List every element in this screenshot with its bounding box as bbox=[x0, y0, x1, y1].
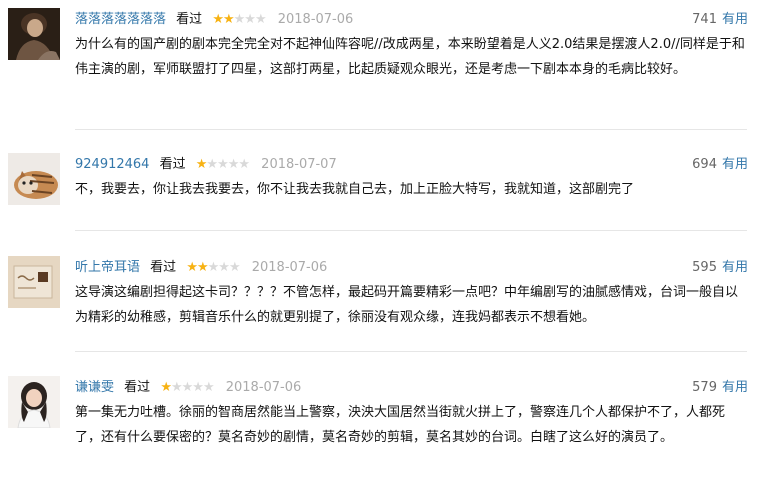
review-header: 924912464 看过 ★★★★★ 2018-07-07 694 有用 bbox=[75, 154, 748, 176]
useful-votes: 595 有用 bbox=[692, 257, 748, 279]
review-text: 这导演这编剧担得起这卡司？？？？不管怎样，最起码开篇要精彩一点吧？中年编剧写的油… bbox=[75, 285, 739, 325]
star-empty-icon: ★ bbox=[244, 12, 256, 27]
rating-stars: ★★★★★ bbox=[186, 257, 241, 279]
star-filled-icon: ★ bbox=[195, 157, 208, 172]
star-filled-icon: ★ bbox=[160, 380, 172, 395]
username-link[interactable]: 924912464 bbox=[75, 157, 149, 172]
useful-votes: 741 有用 bbox=[692, 9, 748, 31]
star-empty-icon: ★ bbox=[228, 260, 241, 275]
review-text: 第一集无力吐槽。徐丽的智商居然能当上警察，泱泱大国居然当街就火拼上了，警察连几个… bbox=[75, 405, 726, 445]
star-empty-icon: ★ bbox=[217, 157, 229, 172]
vote-count: 741 bbox=[692, 12, 717, 27]
tabby-cat-avatar-icon[interactable] bbox=[8, 153, 60, 205]
review-divider bbox=[75, 230, 747, 231]
star-filled-icon: ★ bbox=[222, 12, 235, 27]
watched-label: 看过 bbox=[124, 380, 151, 395]
review-divider bbox=[75, 351, 747, 352]
useful-button[interactable]: 有用 bbox=[722, 260, 748, 275]
rating-stars: ★★★★★ bbox=[195, 154, 250, 176]
review-date: 2018-07-06 bbox=[277, 12, 354, 27]
star-empty-icon: ★ bbox=[207, 260, 220, 275]
review-date: 2018-07-06 bbox=[251, 260, 328, 275]
star-empty-icon: ★ bbox=[202, 380, 215, 395]
star-filled-icon: ★ bbox=[186, 260, 198, 275]
useful-button[interactable]: 有用 bbox=[722, 380, 748, 395]
review-header: 落落落落落落落 看过 ★★★★★ 2018-07-06 741 有用 bbox=[75, 9, 748, 31]
rating-stars: ★★★★★ bbox=[160, 377, 215, 399]
review-text: 为什么有的国产剧的剧本完全完全对不起神仙阵容呢//改成两星，本来盼望着是人义2.… bbox=[75, 37, 745, 77]
star-empty-icon: ★ bbox=[170, 380, 183, 395]
star-empty-icon: ★ bbox=[181, 380, 194, 395]
star-empty-icon: ★ bbox=[233, 12, 246, 27]
vote-count: 595 bbox=[692, 260, 717, 275]
star-empty-icon: ★ bbox=[254, 12, 267, 27]
useful-votes: 579 有用 bbox=[692, 377, 748, 399]
review-list: 落落落落落落落 看过 ★★★★★ 2018-07-06 741 有用 为什么有的国… bbox=[0, 0, 760, 477]
portrait-avatar-icon[interactable] bbox=[8, 8, 60, 60]
username-link[interactable]: 落落落落落落落 bbox=[75, 12, 166, 27]
vote-count: 694 bbox=[692, 157, 717, 172]
watched-label: 看过 bbox=[159, 157, 186, 172]
star-empty-icon: ★ bbox=[238, 157, 250, 172]
review-header: 谦谦雯 看过 ★★★★★ 2018-07-06 579 有用 bbox=[75, 377, 748, 399]
useful-votes: 694 有用 bbox=[692, 154, 748, 176]
review-header: 听上帝耳语 看过 ★★★★★ 2018-07-06 595 有用 bbox=[75, 257, 748, 279]
watched-label: 看过 bbox=[176, 12, 203, 27]
vote-count: 579 bbox=[692, 380, 717, 395]
star-empty-icon: ★ bbox=[218, 260, 230, 275]
username-link[interactable]: 听上帝耳语 bbox=[75, 260, 140, 275]
star-empty-icon: ★ bbox=[227, 157, 240, 172]
useful-button[interactable]: 有用 bbox=[722, 157, 748, 172]
star-empty-icon: ★ bbox=[192, 380, 204, 395]
watched-label: 看过 bbox=[150, 260, 177, 275]
username-link[interactable]: 谦谦雯 bbox=[75, 380, 114, 395]
star-empty-icon: ★ bbox=[206, 157, 218, 172]
girl-portrait-avatar-icon[interactable] bbox=[8, 376, 60, 428]
note-drawing-avatar-icon[interactable] bbox=[8, 256, 60, 308]
star-filled-icon: ★ bbox=[212, 12, 224, 27]
review-divider bbox=[75, 129, 747, 130]
review-text: 不，我要去，你让我去我要去，你不让我去我就自己去，加上正脸大特写，我就知道，这部… bbox=[75, 182, 635, 197]
review-date: 2018-07-07 bbox=[261, 157, 337, 172]
review-date: 2018-07-06 bbox=[225, 380, 302, 395]
useful-button[interactable]: 有用 bbox=[722, 12, 748, 27]
rating-stars: ★★★★★ bbox=[212, 9, 267, 31]
star-filled-icon: ★ bbox=[196, 260, 209, 275]
